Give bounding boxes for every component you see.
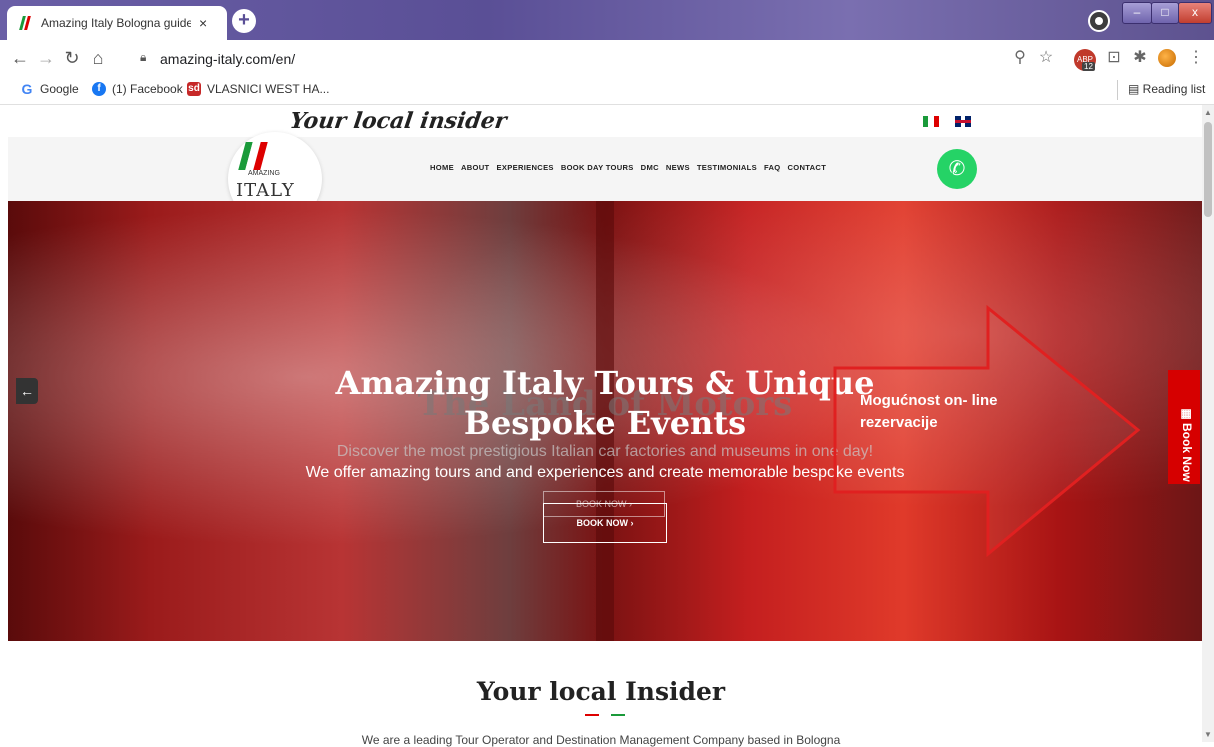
logo-small-text: AMAZING — [248, 170, 280, 177]
url-text[interactable]: amazing-italy.com/en/ — [160, 51, 295, 67]
side-book-now-label: ▦ Book Now — [1180, 388, 1194, 502]
news-site-icon: sd — [187, 82, 201, 96]
profile-icon[interactable] — [1088, 10, 1110, 32]
menu-item-book-day-tours[interactable]: BOOK DAY TOURS — [561, 163, 634, 172]
menu-item-news[interactable]: NEWS — [666, 163, 690, 172]
menu-item-faq[interactable]: FAQ — [764, 163, 781, 172]
menu-item-home[interactable]: HOME — [430, 163, 454, 172]
browser-menu-icon[interactable]: ⋮ — [1186, 48, 1206, 68]
title-underline-red — [585, 714, 599, 716]
zoom-icon[interactable]: ⚲ — [1010, 48, 1030, 68]
logo-text: ITALY — [236, 180, 295, 201]
section-title: Your local Insider — [476, 677, 726, 706]
window-close-button[interactable]: x — [1178, 2, 1212, 24]
window-maximize-button[interactable]: □ — [1151, 2, 1179, 24]
reading-list-button[interactable]: ▤ Reading list — [1128, 82, 1205, 96]
facebook-icon: f — [92, 82, 106, 96]
section-intro: We are a leading Tour Operator and Desti… — [361, 733, 841, 747]
new-tab-button[interactable]: + — [232, 9, 256, 33]
back-arrow-icon[interactable]: ← — [8, 46, 32, 70]
menu-item-experiences[interactable]: EXPERIENCES — [496, 163, 553, 172]
uk-flag-icon[interactable] — [955, 116, 971, 127]
book-now-button[interactable]: BOOK NOW › — [543, 503, 667, 543]
annotation-text: Mogućnost on- line rezervacije — [860, 390, 1060, 434]
menu-item-dmc[interactable]: DMC — [641, 163, 659, 172]
scroll-up-arrow-icon[interactable]: ▲ — [1204, 108, 1212, 117]
bookmark-label: (1) Facebook — [112, 82, 183, 96]
home-icon[interactable]: ⌂ — [86, 46, 110, 70]
tab-close-icon[interactable]: × — [199, 15, 207, 31]
slider-prev-arrow-icon[interactable]: ← — [16, 378, 38, 404]
side-book-now-text: Book Now — [1180, 423, 1194, 482]
extension-badge: 12 — [1082, 62, 1095, 71]
annotation-line2: rezervacije — [860, 414, 938, 431]
site-tagline: Your local insider — [288, 108, 509, 134]
bookmark-google[interactable]: G Google — [20, 82, 79, 96]
lock-icon[interactable]: 🔒︎ — [140, 50, 146, 65]
google-icon: G — [20, 81, 34, 97]
title-underline-green — [611, 714, 625, 716]
menu-item-testimonials[interactable]: TESTIMONIALS — [697, 163, 757, 172]
extension-screenshot-icon[interactable]: ⊡ — [1104, 48, 1124, 68]
bookmark-vlasnici[interactable]: sd VLASNICI WEST HA... — [187, 82, 329, 96]
bookmark-label: Google — [40, 82, 79, 96]
extensions-puzzle-icon[interactable]: ✱ — [1130, 48, 1150, 68]
bookmark-facebook[interactable]: f (1) Facebook — [92, 82, 183, 96]
site-favicon-icon — [19, 16, 33, 30]
annotation-line1: Mogućnost on- line — [860, 392, 998, 409]
whatsapp-icon[interactable]: ✆ — [937, 149, 977, 189]
profile-avatar-icon[interactable] — [1158, 49, 1176, 67]
side-book-now-button[interactable]: ▦ Book Now — [1168, 370, 1200, 484]
browser-tab[interactable]: Amazing Italy Bologna guided to × — [7, 6, 227, 40]
main-menu: HOME ABOUT EXPERIENCES BOOK DAY TOURS DM… — [430, 163, 826, 172]
bookmarks-divider — [1117, 80, 1118, 100]
menu-item-about[interactable]: ABOUT — [461, 163, 490, 172]
forward-arrow-icon[interactable]: → — [34, 46, 58, 70]
tab-title: Amazing Italy Bologna guided to — [41, 16, 191, 30]
bookmark-label: VLASNICI WEST HA... — [207, 82, 330, 96]
bookmark-star-icon[interactable]: ☆ — [1036, 48, 1056, 68]
menu-item-contact[interactable]: CONTACT — [788, 163, 827, 172]
reading-list-label: Reading list — [1142, 82, 1206, 96]
scroll-down-arrow-icon[interactable]: ▼ — [1204, 730, 1212, 739]
calendar-icon: ▦ — [1180, 408, 1194, 423]
reload-icon[interactable]: ↻ — [60, 46, 84, 70]
reading-list-icon: ▤ — [1128, 82, 1143, 96]
window-minimize-button[interactable]: – — [1122, 2, 1152, 24]
scrollbar-thumb[interactable] — [1204, 122, 1212, 217]
italian-flag-icon[interactable] — [923, 116, 939, 127]
